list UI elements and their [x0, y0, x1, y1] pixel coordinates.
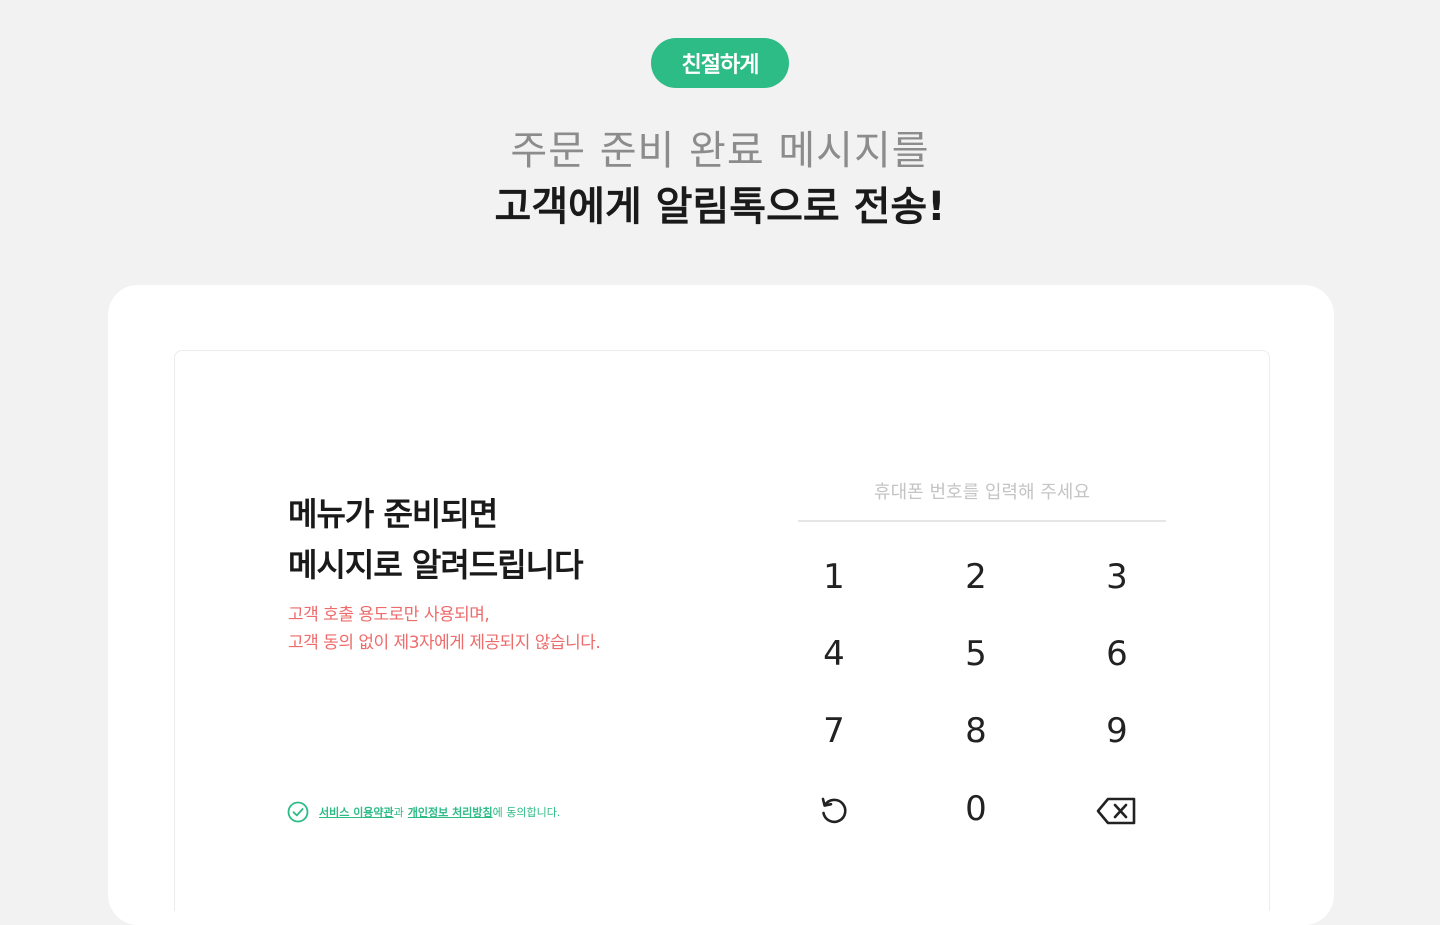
- keypad-key-6[interactable]: 6: [1067, 624, 1167, 684]
- keypad-key-4[interactable]: 4: [784, 624, 884, 684]
- keypad-key-2[interactable]: 2: [926, 547, 1026, 607]
- keypad-key-9[interactable]: 9: [1067, 701, 1167, 761]
- privacy-notice-line-1: 고객 호출 용도로만 사용되며,: [288, 605, 490, 625]
- keypad-key-0[interactable]: 0: [926, 779, 1026, 839]
- agreement-suffix: 에 동의합니다.: [492, 806, 561, 819]
- keypad-key-8[interactable]: 8: [926, 701, 1026, 761]
- form-title-line-1: 메뉴가 준비되면: [288, 495, 498, 533]
- check-circle-icon[interactable]: [287, 801, 309, 823]
- form-title-line-2: 메시지로 알려드립니다: [288, 546, 584, 584]
- privacy-policy-link[interactable]: 개인정보 처리방침: [408, 804, 493, 820]
- keypad-key-3[interactable]: 3: [1067, 547, 1167, 607]
- keypad-key-7[interactable]: 7: [784, 701, 884, 761]
- agreement-row: 서비스 이용약관 과 개인정보 처리방침 에 동의합니다.: [287, 801, 560, 823]
- refresh-icon[interactable]: [784, 781, 884, 841]
- headline-line-2: 고객에게 알림톡으로 전송!: [494, 184, 946, 230]
- keypad-key-5[interactable]: 5: [926, 624, 1026, 684]
- terms-link[interactable]: 서비스 이용약관: [319, 804, 394, 820]
- phone-input[interactable]: 휴대폰 번호를 입력해 주세요: [798, 478, 1166, 522]
- badge-friendly: 친절하게: [651, 38, 789, 88]
- keypad-key-1[interactable]: 1: [784, 547, 884, 607]
- agreement-connector: 과: [393, 806, 404, 819]
- backspace-icon[interactable]: [1067, 781, 1167, 841]
- headline-line-1: 주문 준비 완료 메시지를: [510, 128, 930, 174]
- privacy-notice-line-2: 고객 동의 없이 제3자에게 제공되지 않습니다.: [288, 633, 601, 653]
